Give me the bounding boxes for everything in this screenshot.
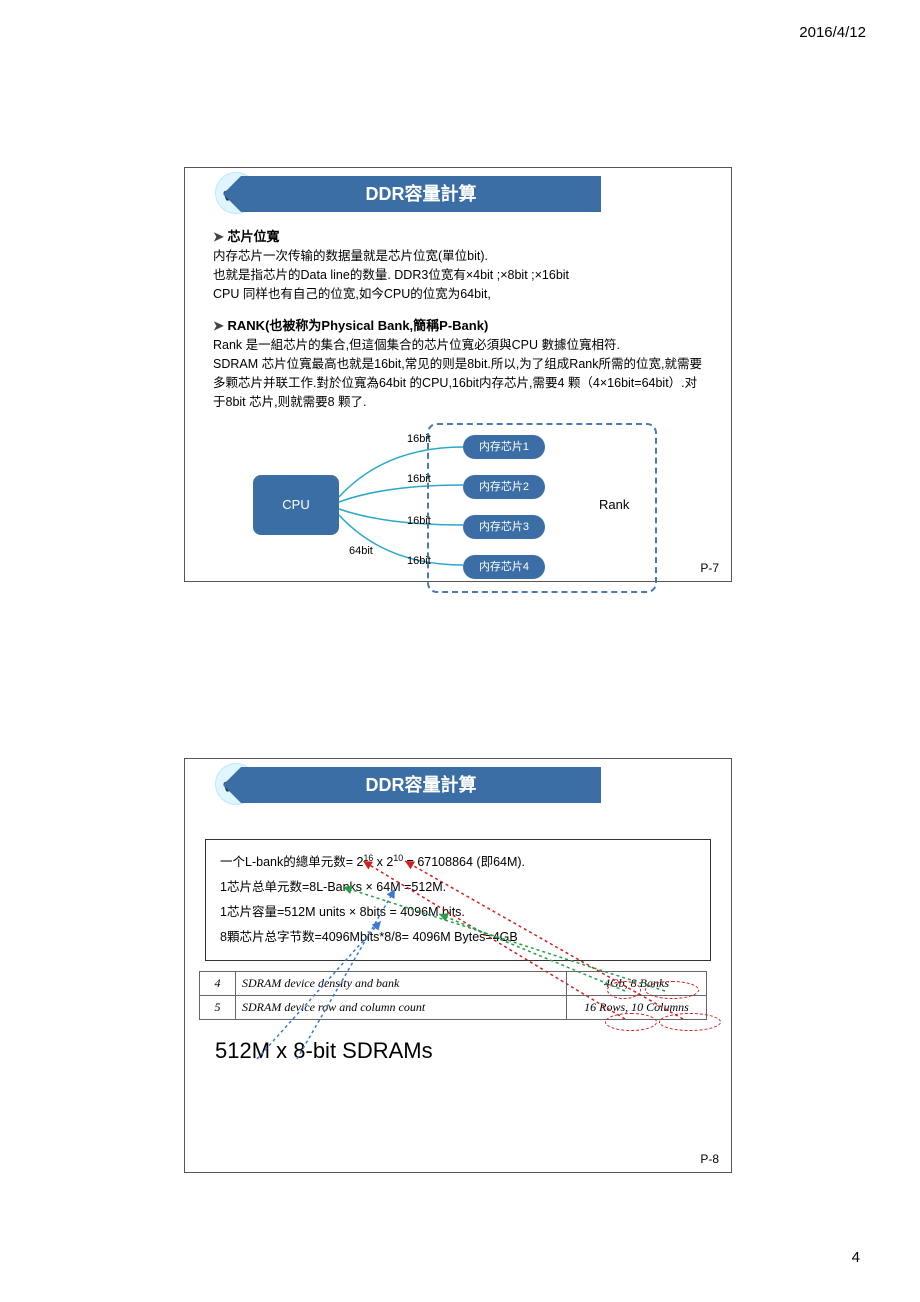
row-num: 5 <box>200 996 236 1020</box>
title-bar: DDR容量計算 <box>185 767 731 809</box>
rank-diagram: CPU 64bit Rank 16bit 16bit 16bit 16bit 内… <box>185 417 731 597</box>
highlight-circle-16rows <box>605 1013 657 1031</box>
calc-exp: 16 <box>363 853 373 863</box>
header-date: 2016/4/12 <box>799 24 866 41</box>
chip-box-1: 内存芯片1 <box>463 435 545 459</box>
slide-title: DDR容量計算 <box>241 767 601 803</box>
slide-page-number: P-8 <box>700 1152 719 1166</box>
text-rank: Rank 是一組芯片的集合,但這個集合的芯片位寬必須與CPU 數據位寬相符. S… <box>213 336 703 411</box>
chip-box-4: 内存芯片4 <box>463 555 545 579</box>
bus-width-label: 64bit <box>349 545 373 557</box>
calc-exp: 10 <box>393 853 403 863</box>
rank-label: Rank <box>599 497 629 512</box>
page-number: 4 <box>852 1249 860 1266</box>
link-label-2: 16bit <box>407 473 431 485</box>
row-desc: SDRAM device row and column count <box>236 996 567 1020</box>
sdram-summary-text: 512M x 8-bit SDRAMs <box>215 1038 731 1064</box>
link-label-1: 16bit <box>407 433 431 445</box>
cpu-box: CPU <box>253 475 339 535</box>
title-bar: DDR容量計算 <box>185 176 731 218</box>
text-chip-width: 内存芯片一次传输的数据量就是芯片位宽(單位bit).也就是指芯片的Data li… <box>213 247 703 303</box>
slide-p8: DDR容量計算 一个L-bank的總单元数= 216 x 210 = 67108… <box>184 758 732 1173</box>
highlight-circle-4gb <box>607 981 641 999</box>
calc-line-4: 8顆芯片总字节数=4096Mbits*8/8= 4096M Bytes=4GB <box>220 925 696 950</box>
annotation-arrows <box>185 759 733 1174</box>
highlight-circle-10cols <box>659 1013 721 1031</box>
calc-text: x 2 <box>373 855 393 869</box>
highlight-circle-8banks <box>645 981 699 999</box>
slide-title: DDR容量計算 <box>241 176 601 212</box>
chip-box-3: 内存芯片3 <box>463 515 545 539</box>
heading-chip-width: 芯片位寬 <box>213 226 731 245</box>
slide-page-number: P-7 <box>700 561 719 575</box>
title-chevron-icon <box>223 767 241 803</box>
calc-line-1: 一个L-bank的總单元数= 216 x 210 = 67108864 (即64… <box>220 850 696 875</box>
row-num: 4 <box>200 972 236 996</box>
calc-text: 一个L-bank的總单元数= 2 <box>220 855 363 869</box>
chip-box-2: 内存芯片2 <box>463 475 545 499</box>
calc-line-3: 1芯片容量=512M units × 8bits = 4096M bits. <box>220 900 696 925</box>
link-label-3: 16bit <box>407 515 431 527</box>
calc-text: = 67108864 (即64M). <box>403 855 525 869</box>
calculation-box: 一个L-bank的總单元数= 216 x 210 = 67108864 (即64… <box>205 839 711 961</box>
title-chevron-icon <box>223 176 241 212</box>
calc-line-2: 1芯片总单元数=8L-Banks × 64M =512M. <box>220 875 696 900</box>
slide-p7: DDR容量計算 芯片位寬 内存芯片一次传输的数据量就是芯片位宽(單位bit).也… <box>184 167 732 582</box>
link-label-4: 16bit <box>407 555 431 567</box>
row-desc: SDRAM device density and bank <box>236 972 567 996</box>
heading-rank: RANK(也被称为Physical Bank,簡稱P-Bank) <box>213 315 731 334</box>
